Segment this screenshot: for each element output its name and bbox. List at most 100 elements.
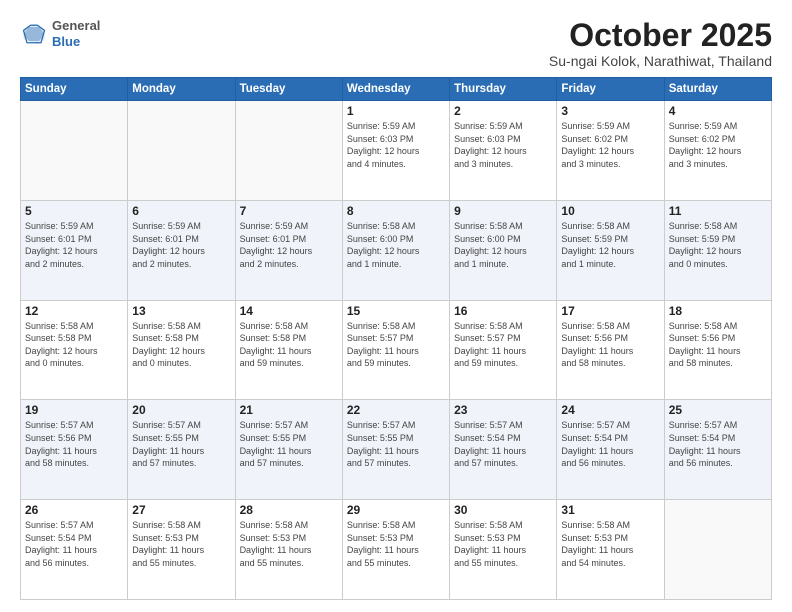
day-info: Sunrise: 5:58 AM Sunset: 5:57 PM Dayligh… [347,320,445,370]
day-number: 30 [454,503,552,517]
day-number: 9 [454,204,552,218]
table-row: 5 Sunrise: 5:59 AM Sunset: 6:01 PM Daylig… [21,200,128,300]
table-row: 19 Sunrise: 5:57 AM Sunset: 5:56 PM Dayli… [21,400,128,500]
table-row: 14 Sunrise: 5:58 AM Sunset: 5:58 PM Dayli… [235,300,342,400]
table-row: 23 Sunrise: 5:57 AM Sunset: 5:54 PM Dayli… [450,400,557,500]
day-number: 26 [25,503,123,517]
day-number: 6 [132,204,230,218]
calendar-week-row: 26 Sunrise: 5:57 AM Sunset: 5:54 PM Dayli… [21,500,772,600]
day-info: Sunrise: 5:58 AM Sunset: 5:56 PM Dayligh… [669,320,767,370]
day-info: Sunrise: 5:58 AM Sunset: 5:58 PM Dayligh… [240,320,338,370]
day-number: 3 [561,104,659,118]
day-info: Sunrise: 5:59 AM Sunset: 6:02 PM Dayligh… [669,120,767,170]
day-number: 1 [347,104,445,118]
day-info: Sunrise: 5:57 AM Sunset: 5:55 PM Dayligh… [132,419,230,469]
logo-text: General Blue [52,18,100,49]
table-row: 17 Sunrise: 5:58 AM Sunset: 5:56 PM Dayli… [557,300,664,400]
logo-icon [20,20,48,48]
col-wednesday: Wednesday [342,78,449,101]
day-number: 11 [669,204,767,218]
day-number: 7 [240,204,338,218]
table-row: 16 Sunrise: 5:58 AM Sunset: 5:57 PM Dayli… [450,300,557,400]
day-info: Sunrise: 5:59 AM Sunset: 6:03 PM Dayligh… [454,120,552,170]
day-number: 2 [454,104,552,118]
day-number: 15 [347,304,445,318]
day-number: 16 [454,304,552,318]
day-number: 17 [561,304,659,318]
day-number: 27 [132,503,230,517]
table-row [128,101,235,201]
day-info: Sunrise: 5:57 AM Sunset: 5:54 PM Dayligh… [454,419,552,469]
title-block: October 2025 Su-ngai Kolok, Narathiwat, … [549,18,772,69]
table-row: 6 Sunrise: 5:59 AM Sunset: 6:01 PM Daylig… [128,200,235,300]
month-title: October 2025 [549,18,772,53]
col-friday: Friday [557,78,664,101]
table-row: 29 Sunrise: 5:58 AM Sunset: 5:53 PM Dayli… [342,500,449,600]
calendar-table: Sunday Monday Tuesday Wednesday Thursday… [20,77,772,600]
day-info: Sunrise: 5:58 AM Sunset: 5:53 PM Dayligh… [240,519,338,569]
day-info: Sunrise: 5:58 AM Sunset: 5:59 PM Dayligh… [669,220,767,270]
table-row: 18 Sunrise: 5:58 AM Sunset: 5:56 PM Dayli… [664,300,771,400]
day-info: Sunrise: 5:58 AM Sunset: 5:57 PM Dayligh… [454,320,552,370]
logo: General Blue [20,18,100,49]
day-info: Sunrise: 5:58 AM Sunset: 5:58 PM Dayligh… [25,320,123,370]
header: General Blue October 2025 Su-ngai Kolok,… [20,18,772,69]
table-row: 9 Sunrise: 5:58 AM Sunset: 6:00 PM Daylig… [450,200,557,300]
table-row: 22 Sunrise: 5:57 AM Sunset: 5:55 PM Dayli… [342,400,449,500]
table-row: 2 Sunrise: 5:59 AM Sunset: 6:03 PM Daylig… [450,101,557,201]
day-info: Sunrise: 5:59 AM Sunset: 6:01 PM Dayligh… [132,220,230,270]
day-info: Sunrise: 5:57 AM Sunset: 5:56 PM Dayligh… [25,419,123,469]
col-thursday: Thursday [450,78,557,101]
day-number: 8 [347,204,445,218]
table-row: 21Sunrise: 5:57 AM Sunset: 5:55 PM Dayli… [235,400,342,500]
calendar-week-row: 5 Sunrise: 5:59 AM Sunset: 6:01 PM Daylig… [21,200,772,300]
day-info: Sunrise: 5:59 AM Sunset: 6:01 PM Dayligh… [25,220,123,270]
table-row [664,500,771,600]
day-number: 28 [240,503,338,517]
table-row: 10 Sunrise: 5:58 AM Sunset: 5:59 PM Dayli… [557,200,664,300]
page: General Blue October 2025 Su-ngai Kolok,… [0,0,792,612]
day-number: 18 [669,304,767,318]
table-row: 13Sunrise: 5:58 AM Sunset: 5:58 PM Dayli… [128,300,235,400]
day-number: 19 [25,403,123,417]
day-number: 22 [347,403,445,417]
day-number: 12 [25,304,123,318]
day-number: 23 [454,403,552,417]
calendar-header-row: Sunday Monday Tuesday Wednesday Thursday… [21,78,772,101]
table-row: 28 Sunrise: 5:58 AM Sunset: 5:53 PM Dayli… [235,500,342,600]
day-number: 10 [561,204,659,218]
day-info: Sunrise: 5:57 AM Sunset: 5:54 PM Dayligh… [561,419,659,469]
day-number: 29 [347,503,445,517]
table-row: 15 Sunrise: 5:58 AM Sunset: 5:57 PM Dayli… [342,300,449,400]
table-row: 1 Sunrise: 5:59 AM Sunset: 6:03 PM Daylig… [342,101,449,201]
day-number: 31 [561,503,659,517]
logo-blue: Blue [52,34,100,50]
table-row: 8Sunrise: 5:58 AM Sunset: 6:00 PM Daylig… [342,200,449,300]
logo-general: General [52,18,100,34]
day-number: 21 [240,403,338,417]
day-number: 13 [132,304,230,318]
table-row: 26 Sunrise: 5:57 AM Sunset: 5:54 PM Dayli… [21,500,128,600]
day-info: Sunrise: 5:58 AM Sunset: 5:53 PM Dayligh… [561,519,659,569]
day-info: Sunrise: 5:58 AM Sunset: 5:56 PM Dayligh… [561,320,659,370]
col-saturday: Saturday [664,78,771,101]
table-row: 11 Sunrise: 5:58 AM Sunset: 5:59 PM Dayli… [664,200,771,300]
day-number: 14 [240,304,338,318]
day-number: 24 [561,403,659,417]
day-number: 20 [132,403,230,417]
table-row [21,101,128,201]
day-info: Sunrise: 5:59 AM Sunset: 6:03 PM Dayligh… [347,120,445,170]
day-info: Sunrise: 5:58 AM Sunset: 5:59 PM Dayligh… [561,220,659,270]
table-row [235,101,342,201]
calendar-week-row: 12 Sunrise: 5:58 AM Sunset: 5:58 PM Dayli… [21,300,772,400]
table-row: 7 Sunrise: 5:59 AM Sunset: 6:01 PM Daylig… [235,200,342,300]
col-sunday: Sunday [21,78,128,101]
day-info: Sunrise: 5:58 AM Sunset: 6:00 PM Dayligh… [454,220,552,270]
day-info: Sunrise: 5:58 AM Sunset: 5:53 PM Dayligh… [347,519,445,569]
day-number: 4 [669,104,767,118]
day-info: Sunrise: 5:57 AM Sunset: 5:55 PM Dayligh… [347,419,445,469]
table-row: 4 Sunrise: 5:59 AM Sunset: 6:02 PM Daylig… [664,101,771,201]
day-number: 5 [25,204,123,218]
day-info: Sunrise: 5:59 AM Sunset: 6:01 PM Dayligh… [240,220,338,270]
day-info: Sunrise: 5:57 AM Sunset: 5:54 PM Dayligh… [25,519,123,569]
